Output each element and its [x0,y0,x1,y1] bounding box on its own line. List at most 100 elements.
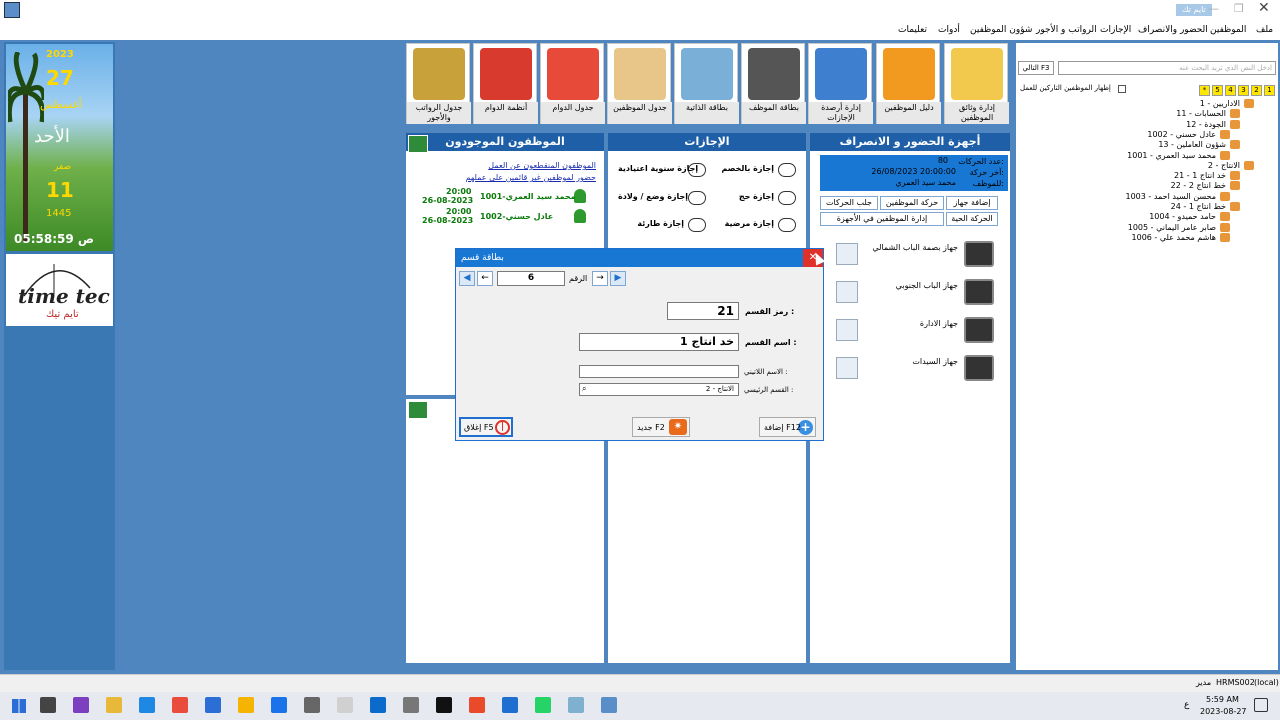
latin-name-field[interactable] [579,365,739,378]
tree-level-button[interactable]: 2 [1251,85,1262,96]
tree-node[interactable]: 13 - شؤون العاملين [1158,140,1226,149]
search-icon[interactable]: ⌕ [582,384,586,394]
new-button[interactable]: ✷ جديد F2 [632,417,690,437]
timetec-icon[interactable] [601,697,617,713]
leave-type-item[interactable]: إجازة حج [708,192,774,201]
photoshop-icon[interactable] [436,697,452,713]
employee-moves-button[interactable]: حركة الموظفين [880,196,944,210]
absent-link[interactable]: الموظفون المنقطعون عن العمل [488,161,596,170]
whatsapp-icon[interactable] [535,697,551,713]
leave-type-item[interactable]: إجازة سنوية اعتيادية [618,164,698,173]
close-dialog-button[interactable]: | إغلاق F5 [459,417,513,437]
menu-attendance[interactable]: الحضور والانصراف [1138,20,1208,40]
toolbar-tile[interactable]: أنظمة الدوام [473,43,538,124]
show-leavers-checkbox[interactable] [1118,85,1126,93]
tree-node[interactable]: 1003 - محسن السيد احمد [1125,192,1216,201]
refresh-icon[interactable] [408,135,428,153]
toolbar-tile[interactable]: إدارة وثائق الموظفين [944,43,1009,124]
tree-level-button[interactable]: 4 [1225,85,1236,96]
app-icon-e[interactable] [403,697,419,713]
tree-level-button[interactable]: 3 [1238,85,1249,96]
department-name-field[interactable]: خد انتاج 1 [579,333,739,351]
tree-node[interactable]: 22 - خط انتاج 2 [1171,181,1226,190]
live-move-button[interactable]: الحركة الحية [946,212,998,226]
tree-node[interactable]: 21 - خد انتاج 1 [1174,171,1226,180]
toolbar-tile[interactable]: إدارة أرصدة الإجازات [808,43,873,124]
manage-device-employees-button[interactable]: إدارة الموظفين في الأجهزة [820,212,944,226]
file-explorer-icon[interactable] [106,697,122,713]
visual-studio-icon[interactable] [73,697,89,713]
app-icon-b[interactable] [304,697,320,713]
toolbar-tile[interactable]: بطاقة الذاتية [674,43,739,124]
tree-node[interactable]: 11 - الحسابات [1176,109,1226,118]
notification-icon[interactable] [1254,698,1268,712]
device-settings-icon[interactable] [836,357,858,379]
remote-icon[interactable] [205,697,221,713]
tree-node[interactable]: 1 - الاداريين [1200,99,1240,108]
tree-node[interactable]: 1002 - عادل حسني [1147,130,1216,139]
sticky-icon[interactable] [238,697,254,713]
next-record-button[interactable]: → [592,271,608,286]
device-settings-icon[interactable] [836,319,858,341]
minimize-button[interactable]: — [1208,2,1219,15]
leave-type-item[interactable]: إجازة مرضية [708,219,774,228]
add-device-button[interactable]: إضافة جهاز [946,196,998,210]
toolbar-tile[interactable]: دليل الموظفين [876,43,941,124]
device-name[interactable]: جهاز الباب الجنوبي [870,281,958,291]
add-button[interactable]: + إضافة F12 [759,417,816,437]
tree-node[interactable]: 1006 - هاشم محمد علي [1132,233,1216,242]
toolbar-tile[interactable]: جدول الموظفين [607,43,672,124]
device-settings-icon[interactable] [836,281,858,303]
tree-node[interactable]: 2 - الانتاج [1208,161,1240,170]
menu-leaves[interactable]: الإجازات [1100,20,1131,40]
tree-node[interactable]: 12 - الجودة [1186,120,1226,129]
app-icon-a[interactable] [271,697,287,713]
menu-payroll[interactable]: الرواتب و الأجور [1036,20,1097,40]
first-record-button[interactable]: ◀ [459,271,475,286]
menu-employees[interactable]: الموظفين [1210,20,1246,40]
tree-level-button[interactable]: 1 [1264,85,1275,96]
misplaced-link[interactable]: حضور لموظفين غير قائمين على عملهم [466,173,596,182]
leave-type-item[interactable]: إجازة بالخصم [708,164,774,173]
app-icon-d[interactable] [370,697,386,713]
start-icon[interactable] [12,699,26,713]
menu-help[interactable]: تعليمات [898,20,927,40]
chrome-icon[interactable] [172,697,188,713]
menu-file[interactable]: ملف [1256,20,1273,40]
tree-level-button[interactable]: * [1199,85,1210,96]
app-icon-c[interactable] [337,697,353,713]
toolbar-tile[interactable]: بطاقة الموظف [741,43,806,124]
leave-type-item[interactable]: إجازة وضع / ولادة [618,192,688,201]
task-view-icon[interactable] [40,697,56,713]
maximize-button[interactable]: ❐ [1234,2,1244,15]
menu-tools[interactable]: أدوات [938,20,960,40]
present-employee-name[interactable]: 1002-عادل حسني [480,212,553,221]
prev-record-button[interactable]: ← [477,271,493,286]
app-icon-f[interactable] [469,697,485,713]
device-name[interactable]: جهاز السيدات [870,357,958,367]
fetch-moves-button[interactable]: جلب الحركات [820,196,878,210]
search-input[interactable]: ادخل النص الذي تريد البحث عنه [1058,61,1276,75]
menu-personnel[interactable]: شؤون الموظفين [970,20,1032,40]
device-name[interactable]: جهاز الادارة [870,319,958,329]
refresh-icon-2[interactable] [408,401,428,419]
edge-icon[interactable] [139,697,155,713]
close-button[interactable]: ✕ [1258,0,1270,16]
department-code-field[interactable]: 21 [667,302,739,320]
tree-node[interactable]: 1005 - صابر عامر اليماني [1128,223,1216,232]
leave-type-item[interactable]: إجازة طارئة [618,219,684,228]
present-employee-name[interactable]: 1001-محمد سيد العمري [480,192,576,201]
app-icon-h[interactable] [568,697,584,713]
device-settings-icon[interactable] [836,243,858,265]
next-button[interactable]: التالي F3 [1018,61,1054,75]
tree-node[interactable]: 1001 - محمد سيد العمري [1127,151,1216,160]
last-record-button[interactable]: ▶ [610,271,626,286]
parent-department-field[interactable]: ⌕ 2 - الانتاج [579,383,739,396]
record-number-field[interactable]: 6 [497,271,565,286]
device-name[interactable]: جهاز بصمة الباب الشمالي [870,243,958,253]
tree-node[interactable]: 1004 - حامد حميدو [1149,212,1216,221]
toolbar-tile[interactable]: جدول الرواتب والأجور [406,43,471,124]
tree-node[interactable]: 24 - خط انتاج 1 [1171,202,1226,211]
toolbar-tile[interactable]: جدول الدوام [540,43,605,124]
app-icon-g[interactable] [502,697,518,713]
